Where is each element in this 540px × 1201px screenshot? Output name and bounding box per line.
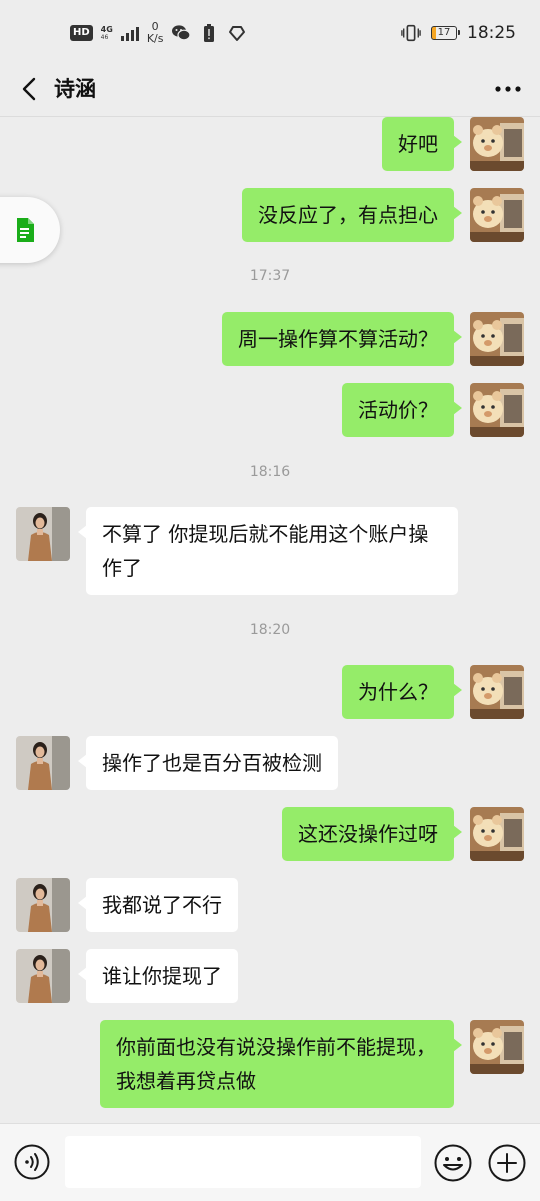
message-incoming: 谁让你提现了 <box>0 949 540 1003</box>
status-right: 17 18:25 <box>401 20 516 46</box>
message-bubble[interactable]: 你前面也没有说没操作前不能提现，我想着再贷点做 <box>100 1020 462 1108</box>
contact-avatar[interactable] <box>16 507 70 561</box>
message-bubble[interactable]: 为什么？ <box>342 665 462 719</box>
bear-avatar-icon <box>470 383 524 437</box>
my-avatar[interactable] <box>470 665 524 719</box>
my-avatar[interactable] <box>470 188 524 242</box>
phone-battery-alert-icon <box>199 23 219 43</box>
status-left: HD 4G 46 0 K/s <box>70 20 247 46</box>
girl-avatar-icon <box>16 878 70 932</box>
message-bubble[interactable]: 活动价？ <box>342 383 462 437</box>
message-timestamp: 17:37 <box>249 268 291 284</box>
back-button[interactable] <box>12 72 46 106</box>
message-incoming: 操作了也是百分百被检测 <box>0 736 540 790</box>
chat-history[interactable]: 好吧 没反应了，有点担心 17:37 周一操作算不算活动？ 活动价？ 18:16… <box>0 117 540 1123</box>
network-label: 4G <box>100 24 113 34</box>
chat-input-bar <box>0 1123 540 1201</box>
my-avatar[interactable] <box>470 312 524 366</box>
contact-avatar[interactable] <box>16 736 70 790</box>
battery-icon: 17 <box>431 26 460 40</box>
signal-icon <box>120 25 139 41</box>
message-outgoing: 你前面也没有说没操作前不能提现，我想着再贷点做 <box>0 1020 540 1108</box>
chevron-left-icon <box>22 77 36 101</box>
message-bubble[interactable]: 没反应了，有点担心 <box>242 188 462 242</box>
network-sub-label: 46 <box>100 33 109 41</box>
message-incoming: 不算了 你提现后就不能用这个账户操作了 <box>0 507 540 595</box>
message-input[interactable] <box>65 1136 421 1188</box>
status-time: 18:25 <box>467 23 516 43</box>
emoji-icon <box>434 1144 472 1182</box>
my-avatar[interactable] <box>470 1020 524 1074</box>
more-button[interactable] <box>488 72 528 106</box>
more-functions-button[interactable] <box>488 1144 526 1182</box>
message-outgoing: 周一操作算不算活动？ <box>0 312 540 366</box>
message-outgoing: 活动价？ <box>0 383 540 437</box>
bear-avatar-icon <box>470 117 524 171</box>
message-bubble[interactable]: 我都说了不行 <box>78 878 238 932</box>
message-outgoing: 这还没操作过呀 <box>0 807 540 861</box>
chat-header: 诗涵 <box>0 64 540 117</box>
message-outgoing: 没反应了，有点担心 <box>0 188 540 242</box>
message-outgoing: 好吧 <box>0 117 540 177</box>
bear-avatar-icon <box>470 665 524 719</box>
net-speed-unit: K/s <box>146 32 164 45</box>
my-avatar[interactable] <box>470 807 524 861</box>
contact-avatar[interactable] <box>16 878 70 932</box>
chat-title: 诗涵 <box>54 77 96 101</box>
emoji-button[interactable] <box>434 1144 472 1182</box>
bear-avatar-icon <box>470 312 524 366</box>
shield-icon <box>227 23 247 43</box>
voice-icon <box>14 1144 50 1180</box>
my-avatar[interactable] <box>470 383 524 437</box>
status-bar: HD 4G 46 0 K/s 17 18:25 <box>0 0 540 64</box>
message-bubble[interactable]: 好吧 <box>382 117 462 171</box>
message-timestamp: 18:20 <box>249 622 291 638</box>
hd-badge: HD <box>70 25 93 41</box>
message-bubble[interactable]: 这还没操作过呀 <box>282 807 462 861</box>
message-bubble[interactable]: 操作了也是百分百被检测 <box>78 736 338 790</box>
message-incoming: 我都说了不行 <box>0 878 540 932</box>
girl-avatar-icon <box>16 736 70 790</box>
more-dots-icon <box>495 86 521 92</box>
message-bubble[interactable]: 不算了 你提现后就不能用这个账户操作了 <box>78 507 458 595</box>
wechat-icon <box>171 23 192 43</box>
message-bubble[interactable]: 谁让你提现了 <box>78 949 238 1003</box>
message-timestamp: 18:16 <box>249 464 291 480</box>
voice-input-button[interactable] <box>14 1144 50 1180</box>
bear-avatar-icon <box>470 1020 524 1074</box>
girl-avatar-icon <box>16 949 70 1003</box>
net-speed: 0 K/s <box>147 21 164 45</box>
my-avatar[interactable] <box>470 117 524 171</box>
girl-avatar-icon <box>16 507 70 561</box>
vibrate-icon <box>401 23 421 43</box>
message-bubble[interactable]: 周一操作算不算活动？ <box>222 312 462 366</box>
contact-avatar[interactable] <box>16 949 70 1003</box>
bear-avatar-icon <box>470 807 524 861</box>
network-type: 4G 46 <box>100 24 113 41</box>
bear-avatar-icon <box>470 188 524 242</box>
plus-icon <box>488 1144 526 1182</box>
message-outgoing: 为什么？ <box>0 665 540 719</box>
